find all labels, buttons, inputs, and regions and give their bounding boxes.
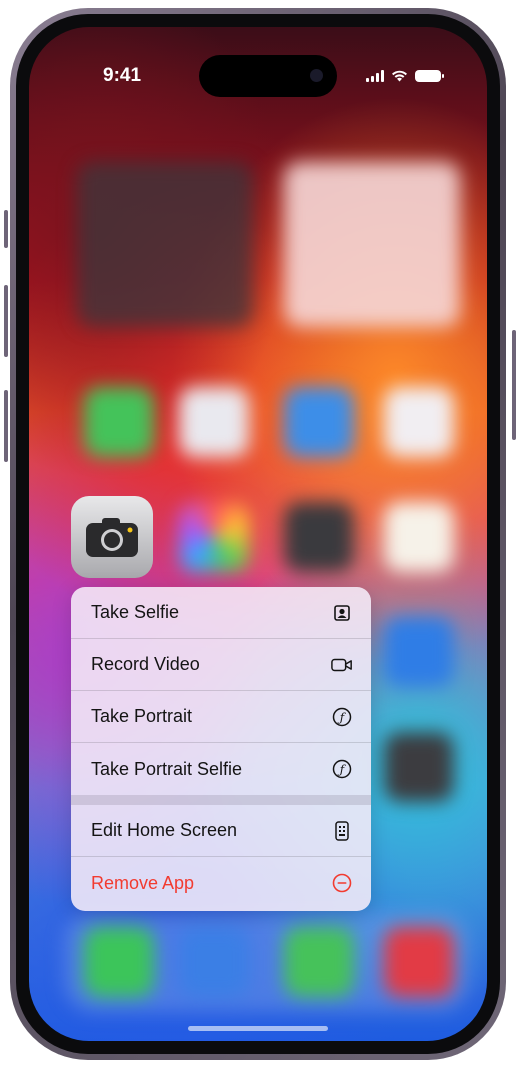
app-icon-blurred [384,617,454,687]
status-bar: 9:41 [29,27,487,97]
status-icons [366,69,444,82]
phone-grid-icon [331,820,353,842]
app-icon-blurred [284,387,354,457]
dock-icon-blurred [384,927,454,997]
dock-icon-blurred [179,927,249,997]
home-indicator[interactable] [188,1026,328,1031]
app-icon-blurred [284,502,354,572]
menu-item-label: Edit Home Screen [91,820,238,840]
video-camera-icon [331,654,353,676]
menu-item-take-portrait[interactable]: Take Portrait ƒ [71,691,371,743]
camera-icon [86,518,138,557]
power-button[interactable] [512,330,516,440]
dynamic-island [199,55,337,97]
svg-text:ƒ: ƒ [337,710,347,724]
portrait-f-icon: ƒ [331,758,353,780]
status-time: 9:41 [103,65,142,86]
app-icon-blurred [384,732,454,802]
menu-item-edit-home-screen[interactable]: Edit Home Screen [71,805,371,857]
menu-item-label: Remove App [91,872,195,893]
menu-item-record-video[interactable]: Record Video [71,639,371,691]
menu-section-separator [71,795,371,805]
menu-item-label: Record Video [91,654,200,674]
svg-text:ƒ: ƒ [337,763,347,777]
widget-blurred [77,162,253,327]
bezel: 9:41 Take Selfie Record Video Take Portr… [16,14,500,1054]
menu-item-label: Take Portrait Selfie [91,758,243,779]
front-camera-icon [310,69,323,82]
menu-item-label: Take Selfie [91,602,180,622]
volume-down-button[interactable] [4,390,8,462]
portrait-f-icon: ƒ [331,706,353,728]
app-icon-blurred [384,387,454,457]
cellular-signal-icon [366,70,384,82]
home-screen: 9:41 Take Selfie Record Video Take Portr… [29,27,487,1041]
menu-item-remove-app[interactable]: Remove App [71,857,371,909]
dock-icon-blurred [84,927,154,997]
widget-blurred [284,162,460,327]
menu-item-take-portrait-selfie[interactable]: Take Portrait Selfie ƒ [71,743,371,795]
camera-app-icon[interactable] [71,496,153,578]
app-icon-blurred [179,502,249,572]
battery-icon [415,70,444,82]
iphone-frame: 9:41 Take Selfie Record Video Take Portr… [10,8,506,1060]
menu-item-take-selfie[interactable]: Take Selfie [71,587,371,639]
dock-icon-blurred [284,927,354,997]
selfie-icon [331,602,353,624]
volume-up-button[interactable] [4,285,8,357]
minus-circle-icon [331,872,353,894]
app-icon-blurred [179,387,249,457]
menu-item-label: Take Portrait [91,706,193,726]
context-menu: Take Selfie Record Video Take Portrait ƒ [71,587,371,911]
app-icon-blurred [84,387,154,457]
wifi-icon [392,70,407,82]
action-button[interactable] [4,210,8,248]
app-icon-blurred [384,502,454,572]
